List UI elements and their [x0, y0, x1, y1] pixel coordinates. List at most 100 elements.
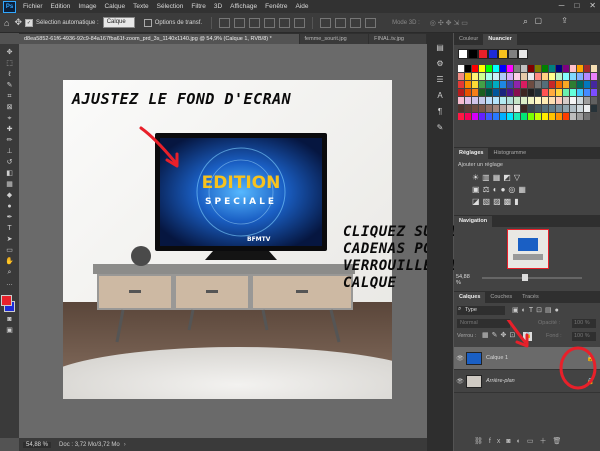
color-swatch[interactable] — [563, 105, 569, 112]
color-swatch[interactable] — [479, 97, 485, 104]
color-swatch[interactable] — [528, 65, 534, 72]
color-swatch[interactable] — [549, 81, 555, 88]
color-swatch[interactable] — [556, 105, 562, 112]
color-swatch[interactable] — [556, 97, 562, 104]
color-swatch[interactable] — [549, 73, 555, 80]
color-swatch[interactable] — [500, 97, 506, 104]
color-swatch[interactable] — [479, 113, 485, 120]
color-swatch[interactable] — [591, 113, 597, 120]
layer-name[interactable]: Arrière-plan — [486, 378, 515, 384]
color-swatch[interactable] — [465, 97, 471, 104]
color-swatch[interactable] — [556, 89, 562, 96]
adjust-icons-row-1[interactable]: ☀▥▦◩▽ — [472, 173, 523, 182]
color-swatch[interactable] — [500, 113, 506, 120]
eyedropper-icon[interactable]: ⌖ — [4, 114, 16, 124]
color-swatch[interactable] — [584, 73, 590, 80]
color-swatch[interactable] — [486, 97, 492, 104]
auto-select-dropdown[interactable]: Calque — [102, 17, 135, 28]
color-swatch[interactable] — [465, 73, 471, 80]
history-panel-icon[interactable]: ▤ — [434, 43, 446, 53]
color-swatch[interactable] — [556, 81, 562, 88]
color-swatch[interactable] — [584, 97, 590, 104]
status-zoom[interactable]: 54,88 % — [23, 441, 52, 448]
color-swatch[interactable] — [458, 73, 464, 80]
color-swatch[interactable] — [542, 73, 548, 80]
color-swatch[interactable] — [528, 89, 534, 96]
layer-mask-icon[interactable]: ◙ — [506, 438, 516, 445]
color-swatch[interactable] — [521, 65, 527, 72]
align-top-icon[interactable] — [264, 17, 276, 28]
color-swatch[interactable] — [493, 65, 499, 72]
color-swatch[interactable] — [486, 65, 492, 72]
color-swatch[interactable] — [570, 65, 576, 72]
color-swatch[interactable] — [556, 113, 562, 120]
color-swatch[interactable] — [542, 105, 548, 112]
color-swatch[interactable] — [507, 73, 513, 80]
crop-tool-icon[interactable]: ⌗ — [4, 92, 16, 102]
opacity-value[interactable]: 100 % — [572, 319, 596, 328]
color-swatch[interactable] — [514, 65, 520, 72]
color-swatch[interactable] — [528, 97, 534, 104]
align-bottom-icon[interactable] — [294, 17, 306, 28]
clone-stamp-icon[interactable]: ⊥ — [4, 147, 16, 157]
visibility-eye-icon[interactable]: 👁 — [454, 378, 466, 385]
color-swatch[interactable] — [472, 89, 478, 96]
navigator-thumbnail[interactable] — [507, 229, 549, 269]
color-swatch[interactable] — [584, 65, 590, 72]
color-swatch[interactable] — [500, 81, 506, 88]
color-swatch[interactable] — [542, 65, 548, 72]
lasso-tool-icon[interactable]: ℓ — [4, 70, 16, 80]
recent-swatch[interactable] — [468, 49, 478, 59]
color-swatch[interactable] — [563, 97, 569, 104]
color-swatch[interactable] — [486, 105, 492, 112]
tab-couches[interactable]: Couches — [485, 292, 517, 303]
color-swatch[interactable] — [521, 73, 527, 80]
type-tool-icon[interactable]: T — [4, 224, 16, 234]
maximize-icon[interactable]: □ — [574, 1, 579, 10]
color-swatch[interactable] — [493, 89, 499, 96]
lock-paint-icon[interactable]: ✎ — [492, 332, 501, 339]
color-swatch[interactable] — [507, 65, 513, 72]
color-swatch[interactable] — [535, 105, 541, 112]
color-swatch[interactable] — [507, 97, 513, 104]
nav-zoom-handle[interactable] — [522, 274, 528, 281]
foreground-color-swatch[interactable] — [1, 295, 12, 306]
move-tool-icon[interactable]: ✥ — [14, 17, 22, 28]
color-swatch[interactable] — [549, 113, 555, 120]
link-layers-icon[interactable]: ⛓ — [474, 438, 489, 445]
history-brush-icon[interactable]: ↺ — [4, 158, 16, 168]
color-swatch[interactable] — [535, 113, 541, 120]
color-swatch[interactable] — [591, 105, 597, 112]
distribute-icon[interactable] — [350, 17, 362, 28]
align-right-icon[interactable] — [249, 17, 261, 28]
color-swatch[interactable] — [591, 97, 597, 104]
color-swatch[interactable] — [465, 89, 471, 96]
color-swatch[interactable] — [591, 73, 597, 80]
blur-tool-icon[interactable]: ◆ — [4, 191, 16, 201]
tab-histogramme[interactable]: Histogramme — [488, 148, 531, 159]
screen-mode-icon[interactable]: ▣ — [4, 326, 16, 336]
color-swatch[interactable] — [563, 65, 569, 72]
layer-filter-icons[interactable]: ▣◐T⊡▤● — [512, 306, 562, 314]
layer-row-background[interactable]: 👁 Arrière-plan 🔒 — [454, 370, 600, 393]
menu-aide[interactable]: Aide — [296, 3, 309, 10]
recent-swatch[interactable] — [518, 49, 528, 59]
menu-3d[interactable]: 3D — [214, 3, 222, 10]
color-swatch[interactable] — [577, 73, 583, 80]
recent-swatch[interactable] — [498, 49, 508, 59]
adjust-icons-row-2[interactable]: ▣⚖◐●◎▦ — [472, 185, 529, 194]
color-swatch[interactable] — [472, 97, 478, 104]
quick-select-icon[interactable]: ✎ — [4, 81, 16, 91]
dodge-tool-icon[interactable]: ● — [4, 202, 16, 212]
color-swatch[interactable] — [458, 65, 464, 72]
menu-affichage[interactable]: Affichage — [230, 3, 257, 10]
color-swatch[interactable] — [458, 97, 464, 104]
color-swatch[interactable] — [465, 113, 471, 120]
color-swatch[interactable] — [577, 65, 583, 72]
color-swatch[interactable] — [563, 81, 569, 88]
pen-tool-icon[interactable]: ✒ — [4, 213, 16, 223]
color-swatch[interactable] — [472, 73, 478, 80]
eraser-icon[interactable]: ◧ — [4, 169, 16, 179]
color-swatch[interactable] — [535, 89, 541, 96]
minimize-icon[interactable]: ─ — [559, 1, 565, 10]
